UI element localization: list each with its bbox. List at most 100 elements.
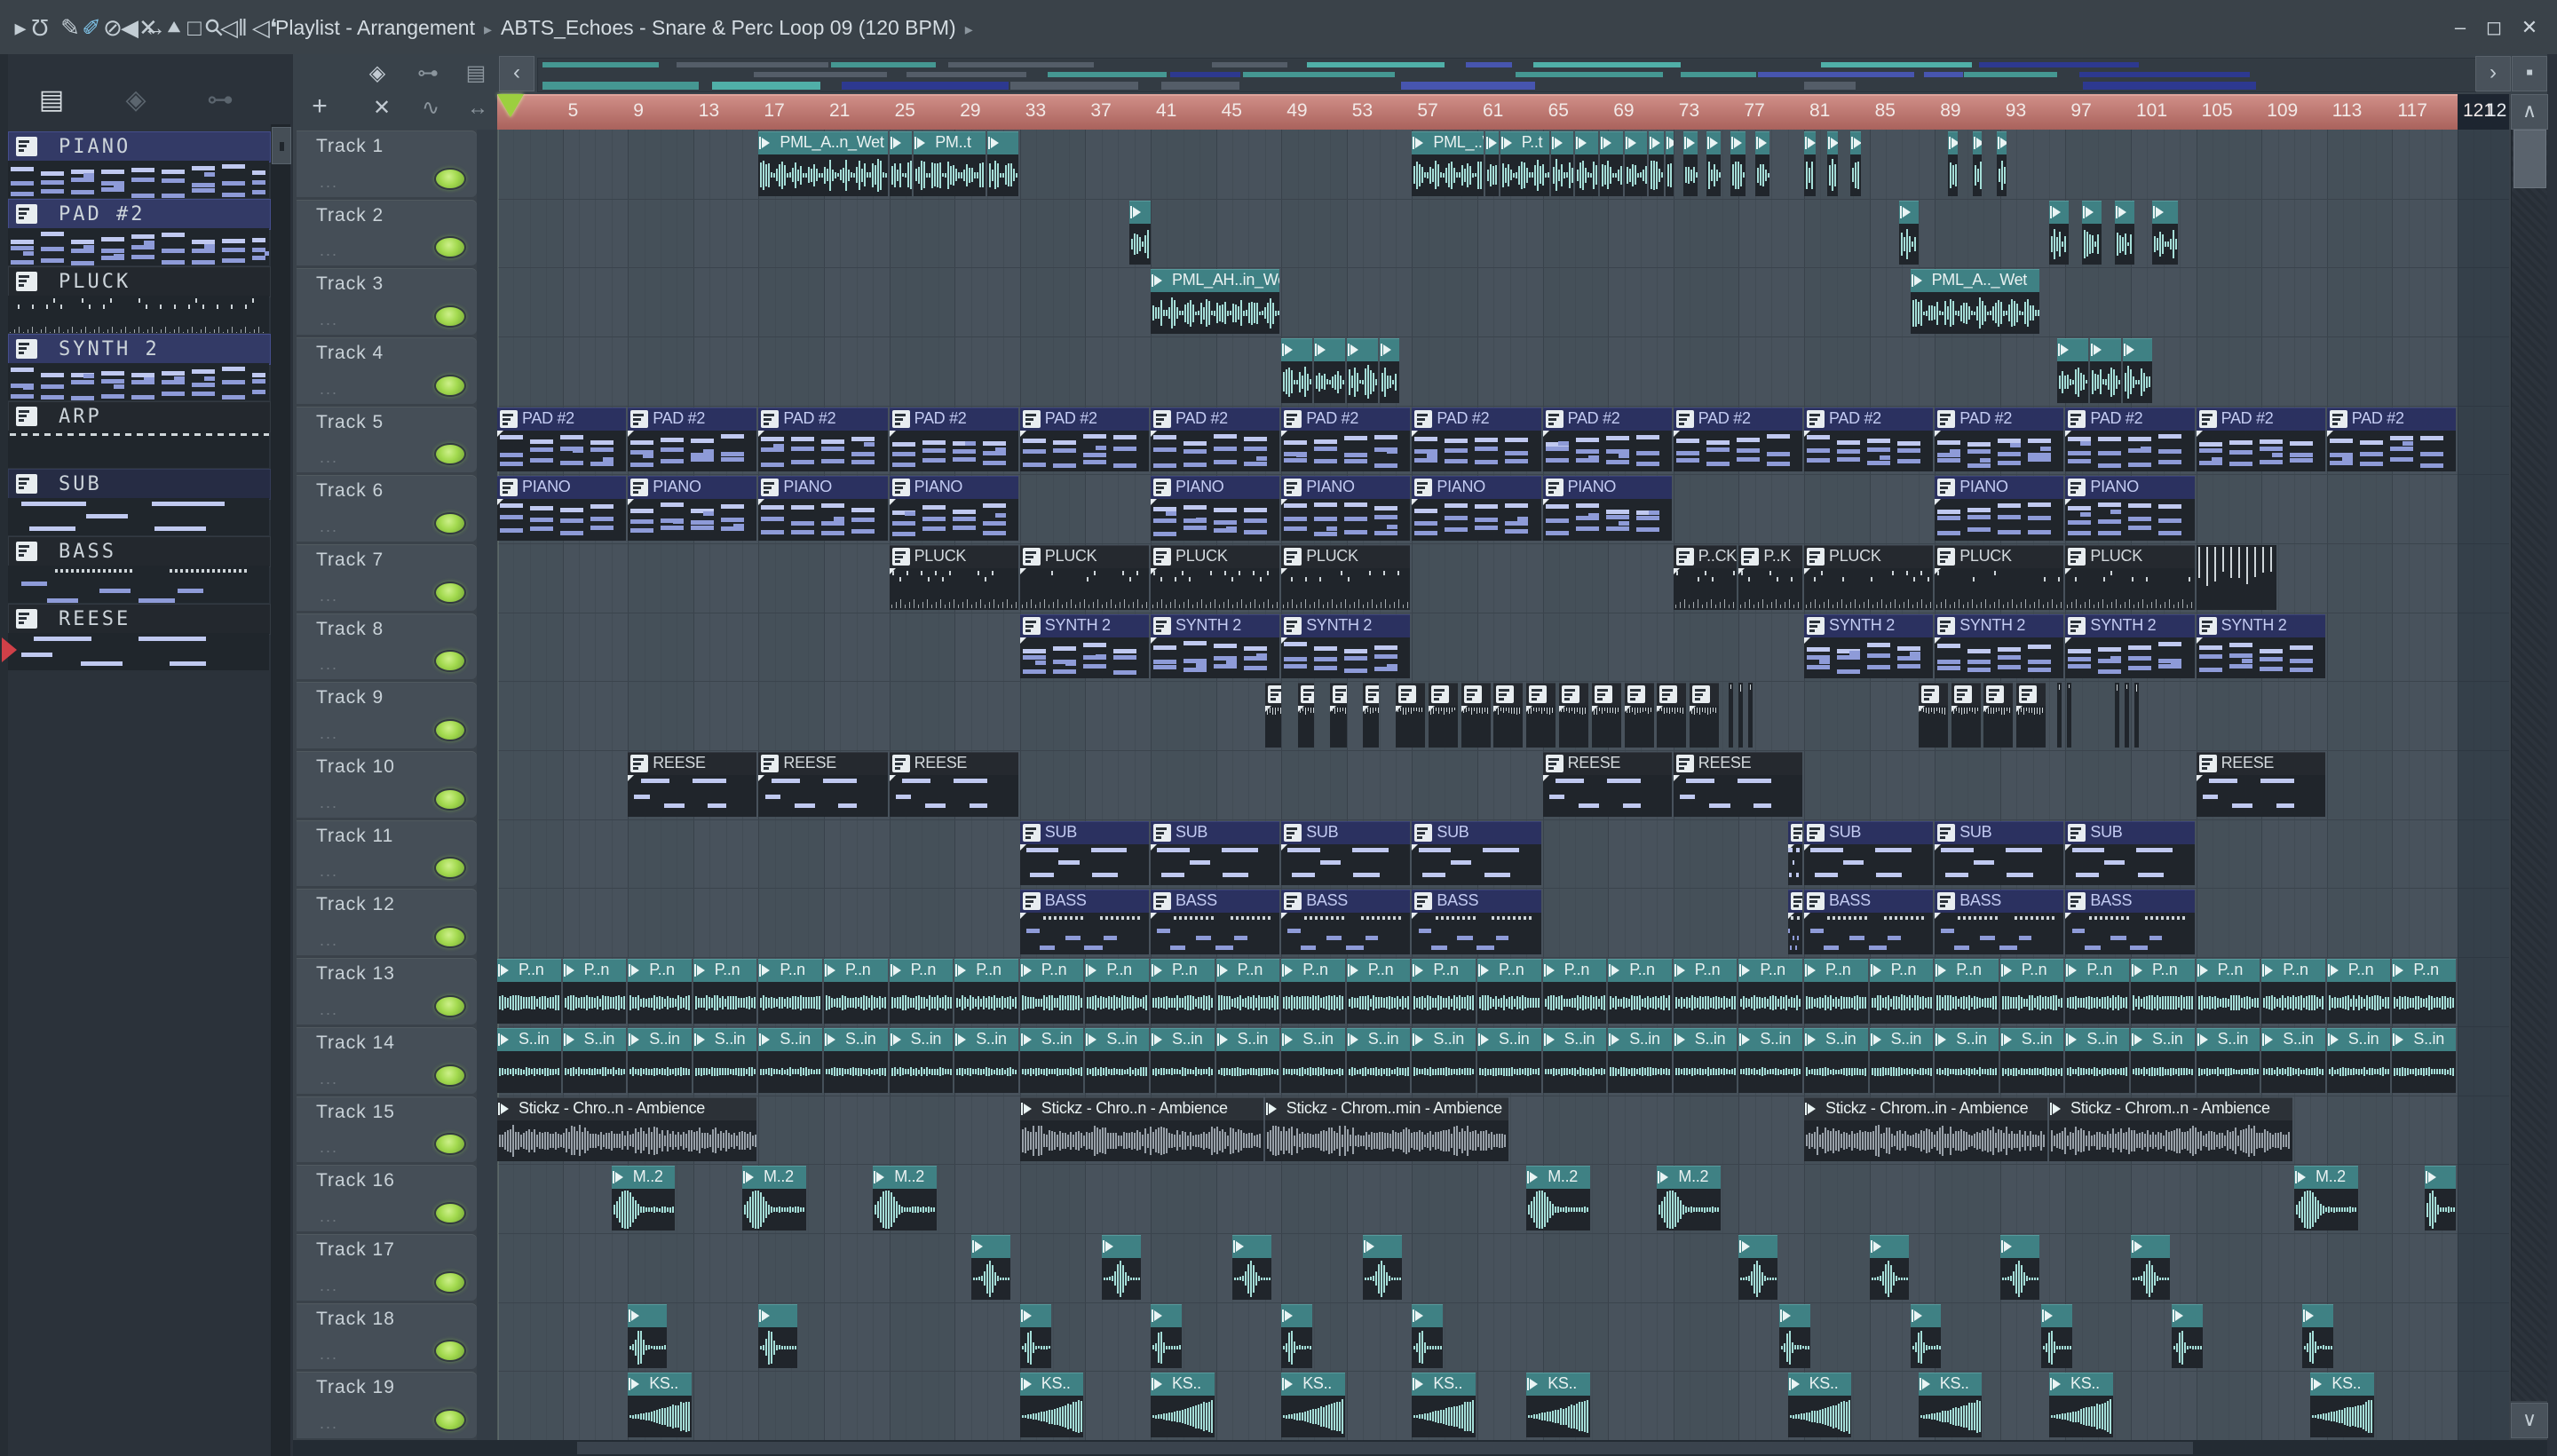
close-button[interactable]: ✕ xyxy=(2518,18,2541,39)
track-mute-led[interactable] xyxy=(434,1133,466,1156)
clip-p-n[interactable]: P..n xyxy=(1151,959,1215,1024)
track-mute-led[interactable] xyxy=(434,512,466,535)
clip-synth-2[interactable]: SYNTH 2 xyxy=(1281,613,1411,679)
clip-header[interactable] xyxy=(1951,683,1981,707)
clip-header[interactable]: BASS xyxy=(1151,890,1280,914)
clip-audio[interactable] xyxy=(1898,200,1919,265)
clip-header[interactable] xyxy=(2090,338,2121,362)
clip-pad-2[interactable]: PAD #2 xyxy=(1935,407,2064,472)
clip-header[interactable]: P..n xyxy=(889,959,954,983)
clip-ks-[interactable]: KS.. xyxy=(1918,1373,1983,1437)
clip-sub[interactable]: SUB xyxy=(1412,820,1541,886)
clip-header[interactable]: BASS xyxy=(1935,890,2064,914)
clip-header[interactable]: P..n xyxy=(2326,959,2391,983)
clip-p-n[interactable]: P..n xyxy=(2131,959,2195,1024)
clip-header[interactable]: SUB xyxy=(1019,820,1149,844)
clip-header[interactable]: PLUCK xyxy=(1151,545,1280,569)
clip-ks-[interactable]: KS.. xyxy=(628,1373,692,1437)
clip-s-in[interactable]: S..in xyxy=(1085,1027,1149,1093)
clip-header[interactable]: S..in xyxy=(1346,1027,1411,1051)
playlist-navigator[interactable]: ‹ xyxy=(497,54,2557,94)
clip-audio[interactable] xyxy=(1849,131,1862,196)
clip-header[interactable]: KS.. xyxy=(1787,1373,1852,1397)
clip-header[interactable]: PAD #2 xyxy=(1151,407,1280,431)
clip-bass[interactable]: BASS xyxy=(1804,890,1934,955)
clip-header[interactable] xyxy=(1983,683,2014,707)
clip-header[interactable]: P..n xyxy=(1542,959,1607,983)
clip-bass[interactable]: BASS xyxy=(1019,890,1149,955)
track-options-dots[interactable]: ... xyxy=(320,1277,338,1295)
clip-header[interactable]: PIANO xyxy=(1542,476,1672,500)
clip-header[interactable] xyxy=(2302,1303,2333,1327)
clip-header[interactable]: M..2 xyxy=(1657,1166,1721,1190)
clip-header[interactable]: PAD #2 xyxy=(1673,407,1802,431)
clip-header[interactable]: S..in xyxy=(497,1027,561,1051)
clip-pattern[interactable] xyxy=(1624,683,1654,748)
track-mute-led[interactable] xyxy=(434,374,466,397)
clip-sub[interactable]: SUB xyxy=(1804,820,1934,886)
clip-audio[interactable] xyxy=(1101,1234,1141,1300)
clip-ks-[interactable]: KS.. xyxy=(1151,1373,1215,1437)
clip-header[interactable]: PML_..Wet xyxy=(1412,131,1484,154)
clip-header[interactable]: P..n xyxy=(1477,959,1541,983)
track-header-8[interactable]: Track 8... xyxy=(297,613,477,680)
clip-header[interactable]: S..in xyxy=(693,1027,757,1051)
clip-audio[interactable] xyxy=(1665,131,1674,196)
clip-pattern[interactable] xyxy=(1690,683,1720,748)
clip-pml-a-wet[interactable]: PML_A.._Wet xyxy=(1910,269,2039,335)
clip-audio[interactable] xyxy=(2090,338,2121,403)
clip-header[interactable]: SYNTH 2 xyxy=(1281,613,1411,637)
track-mute-led[interactable] xyxy=(434,236,466,259)
clip-header[interactable]: P..n xyxy=(758,959,822,983)
performance-icon[interactable]: ◈ xyxy=(360,57,395,91)
vertical-scrollbar-thumb[interactable] xyxy=(2513,130,2546,188)
clip-audio[interactable] xyxy=(2114,200,2134,265)
clip-audio[interactable] xyxy=(1779,1303,1811,1369)
clip-header[interactable] xyxy=(1264,683,1282,707)
clip-synth-2[interactable]: SYNTH 2 xyxy=(1935,613,2064,679)
stretch-tool-icon[interactable]: ↔ xyxy=(460,91,495,125)
clip-header[interactable]: P..n xyxy=(1608,959,1672,983)
track-header-6[interactable]: Track 6... xyxy=(297,475,477,542)
pattern-header[interactable]: SYNTH 2 xyxy=(8,334,271,365)
clip-audio[interactable] xyxy=(970,1234,1010,1300)
clip-pattern[interactable] xyxy=(1591,683,1621,748)
clip-audio[interactable] xyxy=(628,1303,668,1369)
clip-s-in[interactable]: S..in xyxy=(2131,1027,2195,1093)
track-mute-led[interactable] xyxy=(434,443,466,466)
track-mute-led[interactable] xyxy=(434,581,466,604)
clip-header[interactable]: P..n xyxy=(1673,959,1738,983)
clip-header[interactable]: PAD #2 xyxy=(2065,407,2195,431)
pattern-item-piano[interactable]: PIANO xyxy=(8,131,271,198)
clip-header[interactable] xyxy=(987,131,1018,154)
clip-header[interactable]: REESE xyxy=(1542,752,1672,776)
clip-header[interactable] xyxy=(1804,131,1816,154)
clip-audio[interactable] xyxy=(2049,200,2069,265)
clip-sub[interactable]: SUB xyxy=(1151,820,1280,886)
clip-p-n[interactable]: P..n xyxy=(1935,959,1999,1024)
track-mute-led[interactable] xyxy=(434,787,466,811)
clip-header[interactable]: PIANO xyxy=(1935,476,2064,500)
clip-p-n[interactable]: P..n xyxy=(2065,959,2129,1024)
clip-header[interactable] xyxy=(1379,338,1399,362)
clip-pad-2[interactable]: PAD #2 xyxy=(1281,407,1411,472)
clip-header[interactable] xyxy=(1526,683,1556,707)
clip-header[interactable]: PAD #2 xyxy=(1019,407,1149,431)
clip-s-in[interactable]: S..in xyxy=(497,1027,561,1093)
clip-audio[interactable] xyxy=(2172,1303,2203,1369)
clip-pattern[interactable] xyxy=(1461,683,1491,748)
clip-audio[interactable] xyxy=(1600,131,1623,196)
timeline-ruler[interactable]: 5 9 13 17 21 25 29 33 37 41 45 49 53 57 61 65 69 73 77 81 85… xyxy=(497,94,2509,130)
clip-header[interactable] xyxy=(1461,683,1491,707)
clip-header[interactable] xyxy=(1396,683,1425,707)
clip-sub[interactable]: SUB xyxy=(1935,820,2064,886)
scroll-up-button[interactable]: ∧ xyxy=(2511,94,2548,130)
clip-piano[interactable]: PIANO xyxy=(1281,476,1411,542)
track-options-dots[interactable]: ... xyxy=(320,862,338,881)
clip-audio[interactable] xyxy=(1649,131,1664,196)
clip-header[interactable]: P..n xyxy=(954,959,1018,983)
track-header-19[interactable]: Track 19... xyxy=(297,1372,477,1438)
clip-header[interactable] xyxy=(2425,1166,2456,1190)
clip-audio[interactable] xyxy=(1826,131,1839,196)
track-header-11[interactable]: Track 11... xyxy=(297,819,477,887)
